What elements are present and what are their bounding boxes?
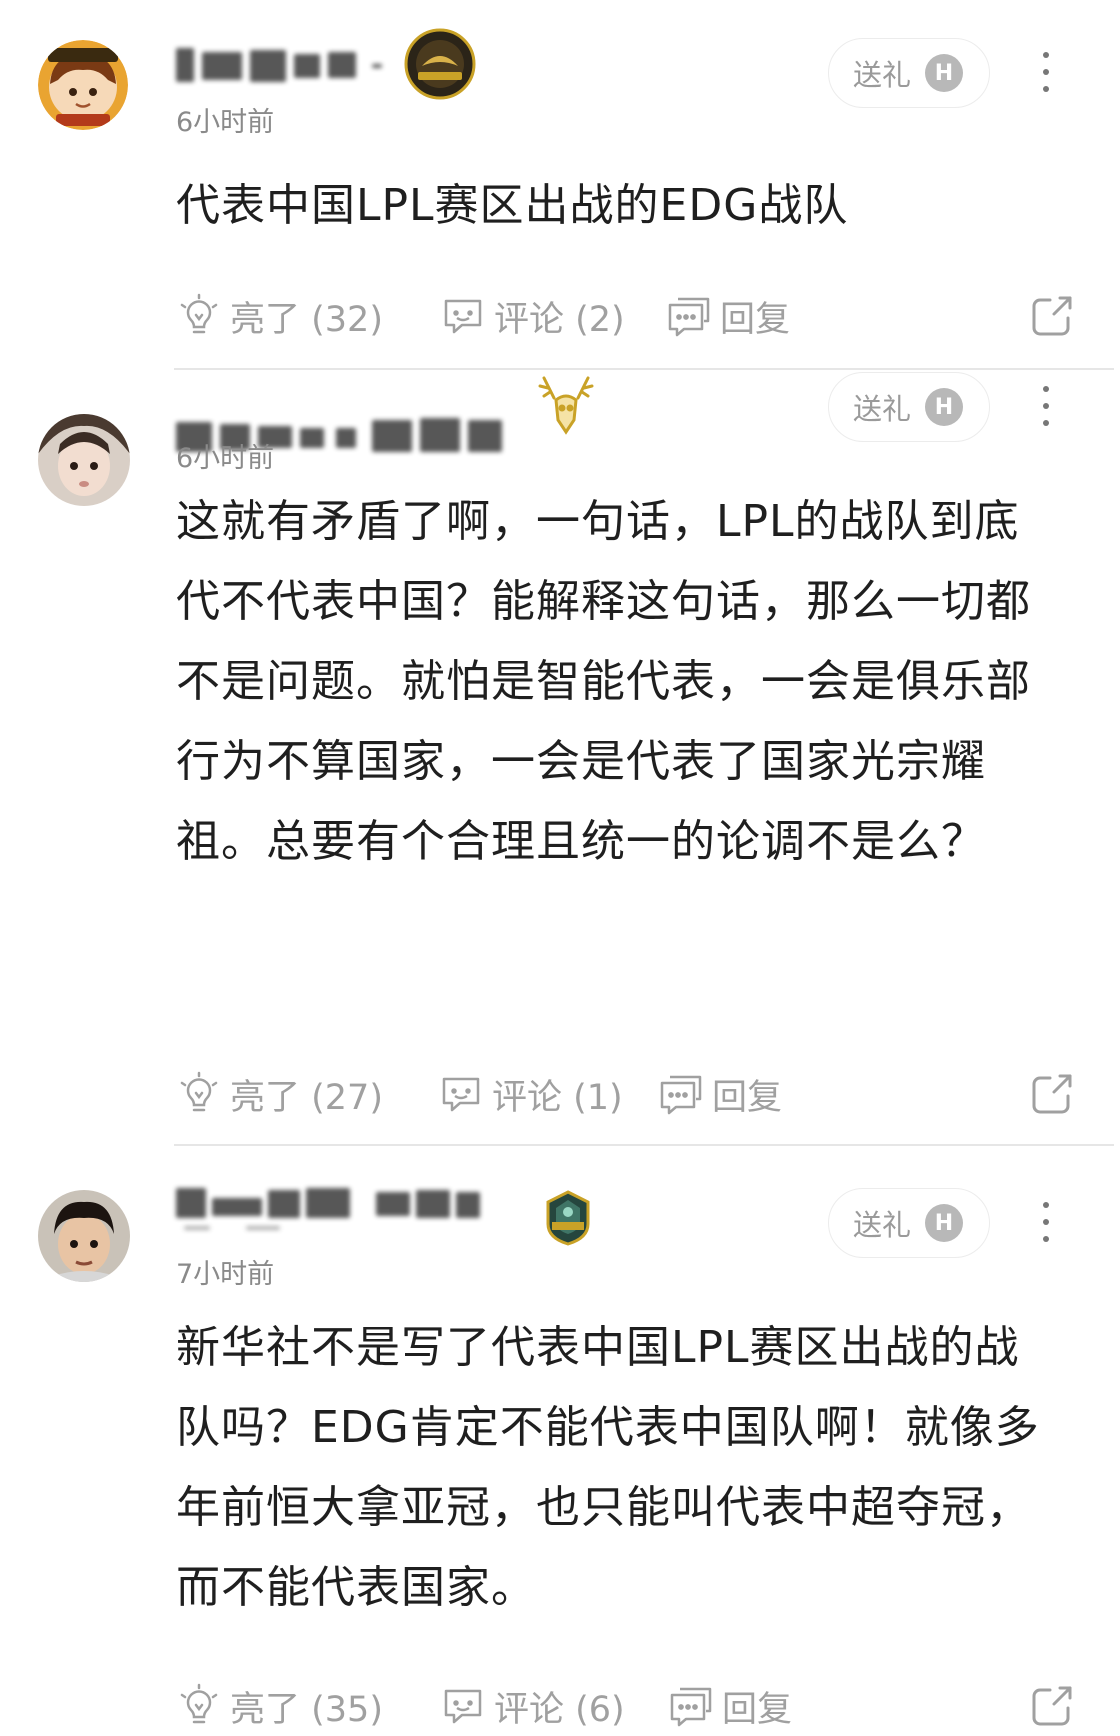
comment-icon xyxy=(444,299,482,334)
reply-label: 回复 xyxy=(712,1077,783,1118)
action-bar: 亮了 (35) 评论 (6) 回复 xyxy=(176,1676,1076,1736)
reply-icon xyxy=(660,1075,702,1115)
gift-button[interactable]: 送礼 H xyxy=(828,38,990,108)
avatar[interactable] xyxy=(38,414,130,506)
share-icon[interactable] xyxy=(1028,1682,1076,1730)
comment-icon xyxy=(442,1077,480,1112)
comment-count: 评论 (1) xyxy=(492,1077,623,1118)
comment-button[interactable]: 评论 (1) xyxy=(438,1064,623,1124)
gift-button-label: 送礼 xyxy=(853,58,912,92)
timestamp: 6小时前 xyxy=(176,107,275,138)
timestamp: 6小时前 xyxy=(176,443,275,474)
bulb-icon xyxy=(180,1683,218,1724)
gift-button-label: 送礼 xyxy=(853,392,912,426)
comment-count: 评论 (2) xyxy=(494,299,625,340)
action-bar: 亮了 (32) 评论 (2) 回复 xyxy=(176,286,1076,346)
avatar[interactable] xyxy=(38,1190,130,1282)
bulb-icon xyxy=(180,1071,218,1112)
action-bar: 亮了 (27) 评论 (1) 回复 xyxy=(176,1064,1076,1124)
comment-text: 这就有矛盾了啊，一句话，LPL的战队到底代不代表中国？能解释这句话，那么一切都不… xyxy=(176,496,1031,867)
reply-button[interactable]: 回复 xyxy=(658,1064,782,1124)
reply-button[interactable]: 回复 xyxy=(668,1676,792,1736)
reply-label: 回复 xyxy=(722,1689,793,1730)
gift-button[interactable]: 送礼 H xyxy=(828,372,990,442)
deer-badge-icon[interactable] xyxy=(536,372,596,440)
more-icon[interactable] xyxy=(1036,1202,1056,1242)
avatar[interactable] xyxy=(38,40,128,130)
comment-count: 评论 (6) xyxy=(494,1689,625,1730)
more-icon[interactable] xyxy=(1036,52,1056,92)
reply-button[interactable]: 回复 xyxy=(666,286,790,346)
reply-icon xyxy=(668,297,710,337)
like-button[interactable]: 亮了 (35) xyxy=(176,1676,383,1736)
comment-text: 代表中国LPL赛区出战的EDG战队 xyxy=(176,180,849,231)
like-button[interactable]: 亮了 (32) xyxy=(176,286,383,346)
gift-button[interactable]: 送礼 H xyxy=(828,1188,990,1258)
comment-button[interactable]: 评论 (6) xyxy=(440,1676,625,1736)
comment-icon xyxy=(444,1689,482,1724)
like-count: 亮了 (35) xyxy=(230,1689,383,1730)
gift-button-label: 送礼 xyxy=(853,1208,912,1242)
timestamp: 7小时前 xyxy=(176,1259,275,1290)
hupu-coin-icon: H xyxy=(925,388,964,426)
bulb-icon xyxy=(180,293,218,334)
divider xyxy=(174,1144,1114,1146)
comment-text: 新华社不是写了代表中国LPL赛区出战的战队吗？EDG肯定不能代表中国队啊！就像多… xyxy=(176,1322,1040,1613)
hupu-coin-icon: H xyxy=(925,54,964,92)
hupu-coin-icon: H xyxy=(925,1204,964,1242)
username-blurred[interactable] xyxy=(176,44,386,88)
rank-badge-icon[interactable] xyxy=(538,1188,598,1248)
like-count: 亮了 (27) xyxy=(230,1077,383,1118)
share-icon[interactable] xyxy=(1028,292,1076,340)
team-badge-icon[interactable] xyxy=(404,28,476,100)
reply-icon xyxy=(670,1687,712,1727)
more-icon[interactable] xyxy=(1036,386,1056,426)
comment-button[interactable]: 评论 (2) xyxy=(440,286,625,346)
reply-label: 回复 xyxy=(720,299,791,340)
share-icon[interactable] xyxy=(1028,1070,1076,1118)
username-blurred[interactable] xyxy=(176,1184,506,1230)
divider xyxy=(174,368,1114,370)
like-button[interactable]: 亮了 (27) xyxy=(176,1064,383,1124)
like-count: 亮了 (32) xyxy=(230,299,383,340)
